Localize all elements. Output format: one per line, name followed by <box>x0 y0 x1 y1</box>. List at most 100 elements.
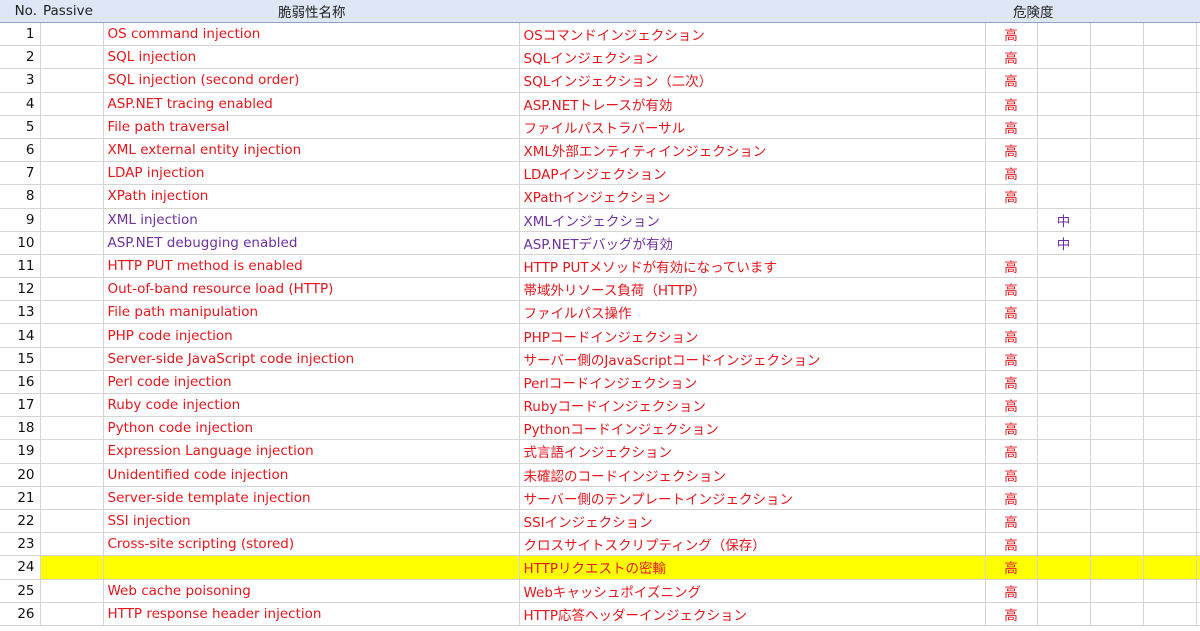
cell-no[interactable]: 7 <box>0 161 41 186</box>
cell-no[interactable]: 8 <box>0 184 41 209</box>
cell-empty[interactable] <box>1196 161 1200 186</box>
cell-name-en[interactable]: Out-of-band resource load (HTTP) <box>103 277 520 302</box>
cell-name-ja[interactable]: ASP.NETトレースが有効 <box>519 92 986 116</box>
cell-risk-info[interactable] <box>1143 300 1197 325</box>
header-no[interactable]: No. <box>0 0 40 23</box>
cell-risk-info[interactable] <box>1143 555 1197 580</box>
cell-risk-medium[interactable] <box>1037 416 1091 441</box>
cell-risk-high[interactable]: 高 <box>985 22 1038 47</box>
cell-risk-low[interactable] <box>1090 22 1144 47</box>
cell-risk-medium[interactable] <box>1037 579 1091 603</box>
cell-name-en[interactable]: SQL injection (second order) <box>103 68 520 93</box>
cell-risk-high[interactable]: 高 <box>985 254 1038 279</box>
table-row[interactable]: 23 Cross-site scripting (stored) クロスサイトスクリ… <box>0 532 1200 557</box>
cell-name-ja[interactable]: XML外部エンティティインジェクション <box>519 138 986 163</box>
cell-risk-high[interactable]: 高 <box>985 532 1038 557</box>
cell-risk-high[interactable]: 高 <box>985 370 1038 395</box>
table-row[interactable]: 9 XML injection XMLインジェクション 中 <box>0 208 1200 232</box>
cell-risk-high[interactable]: 高 <box>985 416 1038 441</box>
cell-risk-info[interactable] <box>1143 486 1197 510</box>
cell-name-ja[interactable]: XPathインジェクション <box>519 184 986 209</box>
cell-risk-low[interactable] <box>1090 254 1144 279</box>
cell-risk-high[interactable]: 高 <box>985 92 1038 116</box>
cell-risk-high[interactable]: 高 <box>985 486 1038 510</box>
cell-risk-low[interactable] <box>1090 277 1144 302</box>
cell-name-en[interactable]: Web cache poisoning <box>103 579 520 603</box>
cell-passive[interactable] <box>40 532 104 557</box>
cell-passive[interactable] <box>40 555 104 580</box>
cell-empty[interactable] <box>1196 22 1200 47</box>
cell-risk-high[interactable]: 高 <box>985 300 1038 325</box>
table-row[interactable]: 25 Web cache poisoning Webキャッシュポイズニング高 <box>0 579 1200 603</box>
cell-risk-high[interactable]: 高 <box>985 347 1038 371</box>
table-row[interactable]: 12 Out-of-band resource load (HTTP) 帯域外リソー… <box>0 277 1200 302</box>
cell-name-en[interactable]: SQL injection <box>103 45 520 70</box>
cell-name-en[interactable]: Ruby code injection <box>103 393 520 418</box>
cell-empty[interactable] <box>1196 254 1200 279</box>
cell-passive[interactable] <box>40 184 104 209</box>
cell-risk-medium[interactable] <box>1037 486 1091 510</box>
cell-no[interactable]: 1 <box>0 22 41 47</box>
cell-risk-high[interactable]: 高 <box>985 555 1038 580</box>
cell-empty[interactable] <box>1196 532 1200 557</box>
cell-empty[interactable] <box>1196 416 1200 441</box>
cell-name-en[interactable]: Server-side JavaScript code injection <box>103 347 520 371</box>
cell-name-ja[interactable]: サーバー側のテンプレートインジェクション <box>519 486 986 510</box>
cell-empty[interactable] <box>1196 463 1200 487</box>
cell-name-en[interactable]: HTTP PUT method is enabled <box>103 254 520 279</box>
cell-risk-low[interactable] <box>1090 68 1144 93</box>
cell-risk-low[interactable] <box>1090 92 1144 116</box>
cell-no[interactable]: 25 <box>0 579 41 603</box>
cell-risk-low[interactable] <box>1090 323 1144 348</box>
cell-name-en[interactable]: Cross-site scripting (stored) <box>103 532 520 557</box>
cell-risk-high[interactable]: 高 <box>985 115 1038 139</box>
cell-risk-low[interactable] <box>1090 347 1144 371</box>
cell-name-ja[interactable]: Perlコードインジェクション <box>519 370 986 395</box>
cell-name-ja[interactable]: HTTPリクエストの密輸 <box>519 555 986 580</box>
cell-name-ja[interactable]: 未確認のコードインジェクション <box>519 463 986 487</box>
cell-name-en[interactable]: XML injection <box>103 208 520 232</box>
cell-empty[interactable] <box>1196 138 1200 163</box>
cell-risk-medium[interactable] <box>1037 92 1091 116</box>
cell-empty[interactable] <box>1196 347 1200 371</box>
cell-risk-info[interactable] <box>1143 184 1197 209</box>
cell-name-en[interactable]: Server-side template injection <box>103 486 520 510</box>
cell-no[interactable]: 12 <box>0 277 41 302</box>
cell-risk-info[interactable] <box>1143 45 1197 70</box>
cell-passive[interactable] <box>40 602 104 626</box>
table-row[interactable]: 20 Unidentified code injection 未確認のコードインジェ… <box>0 463 1200 487</box>
cell-no[interactable]: 5 <box>0 115 41 139</box>
cell-passive[interactable] <box>40 45 104 70</box>
cell-risk-info[interactable] <box>1143 509 1197 534</box>
cell-no[interactable]: 14 <box>0 323 41 348</box>
cell-risk-info[interactable] <box>1143 370 1197 395</box>
table-row[interactable]: 19 Expression Language injection 式言語インジェクシ… <box>0 439 1200 464</box>
cell-passive[interactable] <box>40 323 104 348</box>
cell-name-ja[interactable]: 式言語インジェクション <box>519 439 986 464</box>
table-row[interactable]: 10 ASP.NET debugging enabled ASP.NETデバッグが有… <box>0 231 1200 255</box>
cell-risk-high[interactable] <box>985 208 1038 232</box>
cell-risk-info[interactable] <box>1143 439 1197 464</box>
cell-no[interactable]: 21 <box>0 486 41 510</box>
cell-empty[interactable] <box>1196 370 1200 395</box>
cell-empty[interactable] <box>1196 300 1200 325</box>
cell-risk-info[interactable] <box>1143 579 1197 603</box>
cell-no[interactable]: 22 <box>0 509 41 534</box>
cell-risk-info[interactable] <box>1143 115 1197 139</box>
cell-empty[interactable] <box>1196 555 1200 580</box>
cell-empty[interactable] <box>1196 45 1200 70</box>
table-row[interactable]: 24 HTTPリクエストの密輸高 <box>0 555 1200 580</box>
cell-name-en[interactable]: SSI injection <box>103 509 520 534</box>
cell-name-en[interactable]: ASP.NET debugging enabled <box>103 231 520 255</box>
cell-risk-low[interactable] <box>1090 300 1144 325</box>
cell-empty[interactable] <box>1196 231 1200 255</box>
cell-risk-low[interactable] <box>1090 393 1144 418</box>
cell-risk-medium[interactable] <box>1037 393 1091 418</box>
cell-risk-medium[interactable] <box>1037 347 1091 371</box>
cell-passive[interactable] <box>40 277 104 302</box>
cell-risk-low[interactable] <box>1090 208 1144 232</box>
cell-empty[interactable] <box>1196 393 1200 418</box>
cell-name-ja[interactable]: サーバー側のJavaScriptコードインジェクション <box>519 347 986 371</box>
cell-risk-medium[interactable] <box>1037 254 1091 279</box>
cell-risk-info[interactable] <box>1143 138 1197 163</box>
